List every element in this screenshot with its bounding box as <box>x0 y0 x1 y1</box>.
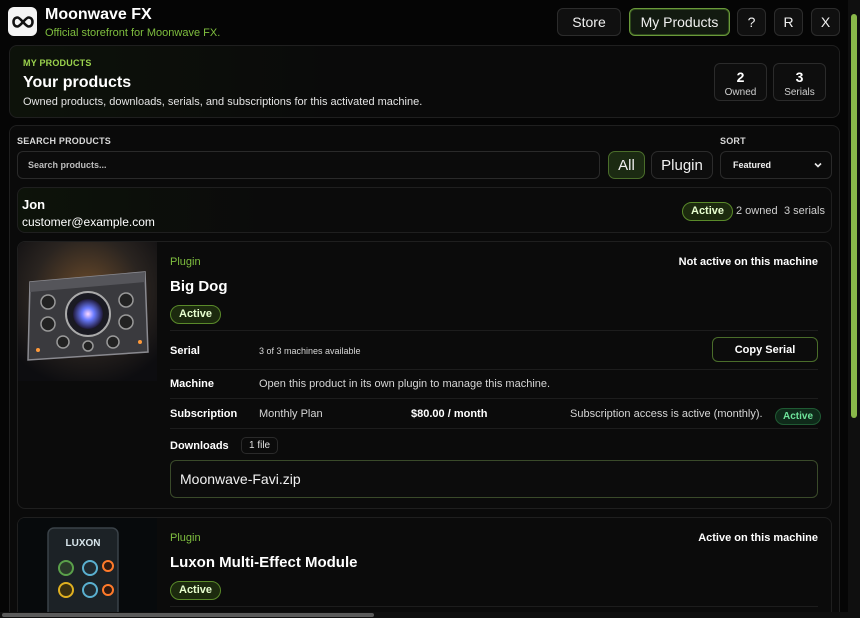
page-description: Owned products, downloads, serials, and … <box>23 96 423 108</box>
divider <box>170 606 818 607</box>
machine-info: Open this product in its own plugin to m… <box>259 378 551 390</box>
stat-owned: 2 Owned <box>714 63 767 101</box>
divider <box>170 330 818 331</box>
product-category: Plugin <box>170 256 201 268</box>
product-card: LUXON Plugin Active on this machine Luxo… <box>17 517 832 618</box>
sort-select[interactable]: Featured <box>720 151 832 179</box>
app-title: Moonwave FX <box>45 6 152 23</box>
store-button[interactable]: Store <box>557 8 621 36</box>
subscription-info: Subscription access is active (monthly). <box>570 408 763 420</box>
horizontal-scrollbar[interactable] <box>0 612 848 618</box>
subscription-label: Subscription <box>170 408 238 420</box>
my-products-button[interactable]: My Products <box>629 8 730 36</box>
serial-label: Serial <box>170 345 200 357</box>
copy-serial-button[interactable]: Copy Serial <box>712 337 818 362</box>
r-button[interactable]: R <box>774 8 803 36</box>
account-serials-count: 3 serials <box>784 205 825 217</box>
machine-label: Machine <box>170 378 215 390</box>
product-status-badge: Active <box>170 580 222 600</box>
product-title: Big Dog <box>170 278 228 295</box>
filter-chip-plugin[interactable]: Plugin <box>651 151 713 179</box>
page-title: Your products <box>23 74 132 91</box>
account-status-badge: Active <box>682 201 734 221</box>
subscription-plan: Monthly Plan <box>259 408 323 420</box>
vertical-scrollbar[interactable] <box>848 0 860 618</box>
stat-serials: 3 Serials <box>773 63 826 101</box>
sort-value: Featured <box>733 160 772 170</box>
scrollbar-thumb[interactable] <box>851 14 857 418</box>
luxon-logo-text: LUXON <box>66 538 101 549</box>
stat-owned-label: Owned <box>724 87 757 98</box>
file-count-badge: 1 file <box>241 437 279 454</box>
product-card: Plugin Not active on this machine Big Do… <box>17 241 832 509</box>
subscription-price: $80.00 / month <box>411 408 488 420</box>
product-category: Plugin <box>170 532 201 544</box>
stat-serials-label: Serials <box>784 87 815 98</box>
download-file-link[interactable]: Moonwave-Favi.zip <box>170 460 818 498</box>
product-status-badge: Active <box>170 304 222 324</box>
app-subtitle: Official storefront for Moonwave FX. <box>45 27 221 39</box>
app-header: Moonwave FX Official storefront for Moon… <box>0 0 848 44</box>
account-bar: Jon customer@example.com Active 2 owned … <box>17 187 832 233</box>
product-machine-status: Not active on this machine <box>678 256 818 268</box>
divider <box>170 398 818 399</box>
product-machine-status: Active on this machine <box>698 532 818 544</box>
stat-owned-value: 2 <box>736 69 745 85</box>
horizontal-scrollbar-thumb[interactable] <box>2 613 374 617</box>
product-thumbnail: LUXON <box>18 518 157 618</box>
account-name: Jon <box>22 197 46 212</box>
downloads-label: Downloads <box>170 440 229 452</box>
sort-label: SORT <box>720 136 746 146</box>
help-button[interactable]: ? <box>737 8 766 36</box>
serial-info: 3 of 3 machines available <box>259 346 361 356</box>
search-input[interactable] <box>17 151 600 179</box>
close-button[interactable]: X <box>811 8 840 36</box>
infinity-logo-icon <box>8 7 37 36</box>
product-title: Luxon Multi-Effect Module <box>170 554 358 571</box>
stat-serials-value: 3 <box>795 69 804 85</box>
account-email: customer@example.com <box>22 215 155 229</box>
subscription-status-badge: Active <box>775 408 822 425</box>
divider <box>170 428 818 429</box>
filter-chip-all[interactable]: All <box>608 151 645 179</box>
account-owned-count: 2 owned <box>736 205 778 217</box>
search-label: SEARCH PRODUCTS <box>17 136 112 146</box>
divider <box>170 369 818 370</box>
chevron-down-icon <box>813 160 823 172</box>
product-thumbnail <box>18 242 157 381</box>
hero-eyebrow: MY PRODUCTS <box>23 58 92 68</box>
